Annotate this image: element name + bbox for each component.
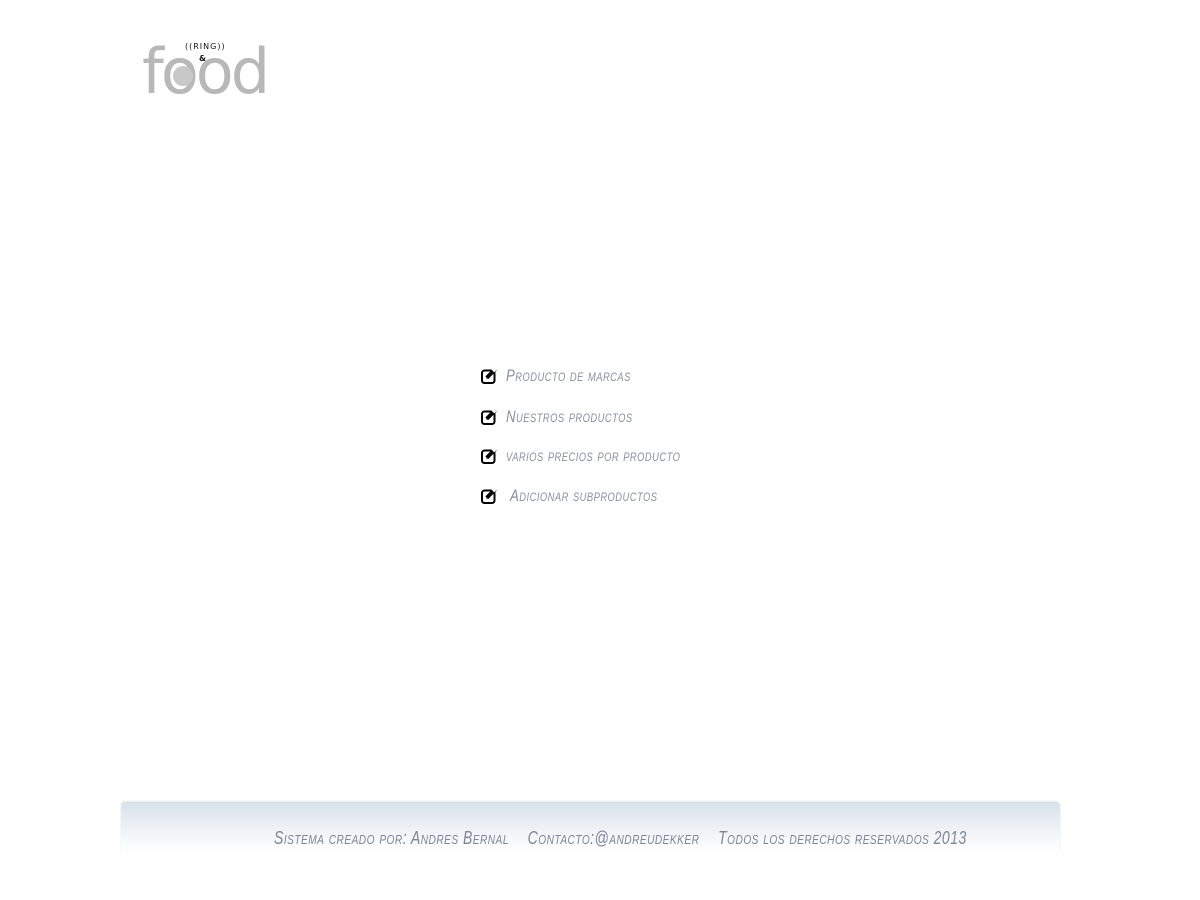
menu-item-nuestros-productos[interactable]: Nuestros productos xyxy=(480,407,668,427)
logo-amp-text: & xyxy=(199,54,206,63)
edit-icon xyxy=(480,407,498,426)
menu-item-adicionar-subproductos[interactable]: Adicionar subproductos xyxy=(480,486,699,506)
menu-item-producto-de-marcas[interactable]: Producto de marcas xyxy=(480,366,666,386)
ring-and-food-logo[interactable]: food ((RING)) & xyxy=(142,40,282,103)
edit-icon xyxy=(480,446,498,465)
footer: Sistema creado por: Andres Bernal Contac… xyxy=(121,802,1060,852)
logo-wordmark: food xyxy=(142,35,270,108)
edit-icon xyxy=(480,486,498,505)
menu-item-label: Producto de marcas xyxy=(506,366,631,385)
footer-text: Sistema creado por: Andres Bernal Contac… xyxy=(274,828,985,849)
footer-rights: Todos los derechos reservados 2013 xyxy=(718,828,967,848)
footer-credit: Sistema creado por: Andres Bernal xyxy=(274,828,509,848)
page: food ((RING)) & Producto de marcas Nuest… xyxy=(0,0,1200,900)
menu-item-label: Adicionar subproductos xyxy=(510,486,658,505)
logo-ring-text: ((RING)) xyxy=(185,42,226,51)
logo-o-dot xyxy=(173,66,193,86)
menu-item-label: Nuestros productos xyxy=(506,407,633,426)
edit-icon xyxy=(480,366,498,385)
menu-item-label: varios precios por producto xyxy=(506,446,681,465)
footer-contact[interactable]: Contacto:@andreudekker xyxy=(528,828,700,849)
menu-item-varios-precios[interactable]: varios precios por producto xyxy=(480,446,730,466)
